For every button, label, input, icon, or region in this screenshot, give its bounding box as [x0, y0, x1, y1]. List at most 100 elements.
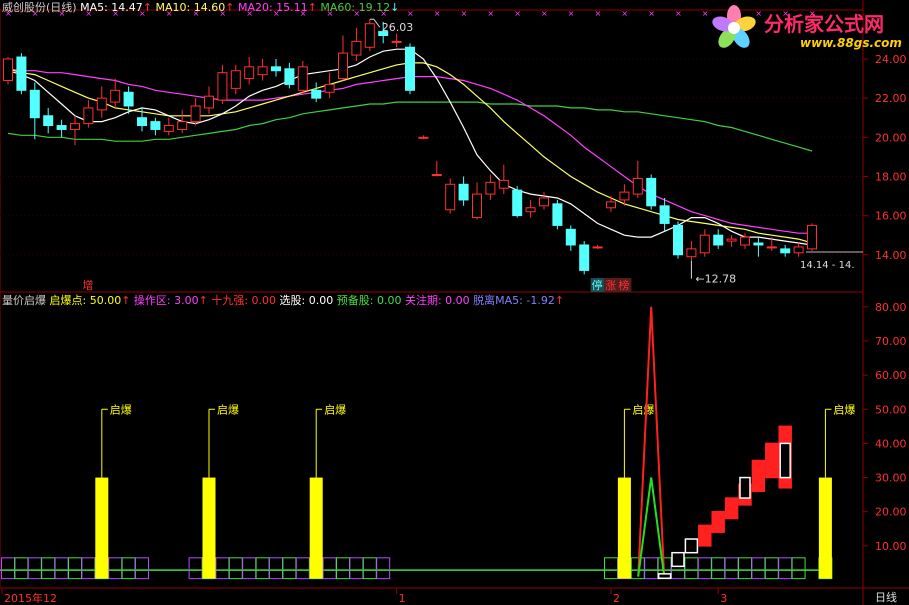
- ma5-value: MA5: 14.47: [80, 1, 143, 14]
- candle-body: [271, 66, 281, 72]
- candle-body: [592, 246, 603, 249]
- footer-box: [362, 557, 377, 580]
- qibao-label: 启爆: [833, 402, 855, 416]
- xg-value: 选股: 0.00: [279, 294, 334, 307]
- footer-box: [644, 557, 659, 580]
- top-marker: ×: [434, 9, 441, 18]
- top-marker: ×: [648, 9, 655, 18]
- signal-marker: 停: [592, 278, 603, 292]
- candle: [565, 225, 576, 251]
- candle: [525, 199, 536, 218]
- xuangu-inner-box: [779, 442, 791, 479]
- footer-box: [724, 557, 739, 580]
- candle-body: [498, 179, 509, 189]
- candle-body: [431, 173, 442, 176]
- candle-body: [659, 205, 670, 224]
- footer-box: [242, 557, 257, 580]
- main-y-tick-label: 16.00: [875, 210, 907, 223]
- candle-body: [472, 193, 482, 219]
- candle-body: [96, 97, 107, 111]
- candle-body: [284, 68, 295, 85]
- candle: [217, 64, 228, 105]
- candle: [311, 82, 322, 103]
- signal-marker: 榜: [618, 278, 629, 292]
- candle: [646, 174, 657, 210]
- qibao-label: 启爆: [324, 402, 346, 416]
- candle-body: [43, 115, 54, 127]
- candle-body: [525, 207, 536, 213]
- candle-body: [56, 125, 67, 130]
- candle-body: [217, 72, 228, 101]
- candle-body: [338, 52, 348, 80]
- candle-body: [190, 105, 201, 123]
- ind-y-tick-label: 20.00: [875, 506, 907, 519]
- candle: [177, 109, 188, 134]
- candle-body: [123, 91, 134, 107]
- candle-body: [177, 121, 188, 130]
- main-y-tick-label: 14.00: [875, 249, 907, 262]
- top-marker: ×: [407, 9, 414, 18]
- xuangu-box: [671, 551, 685, 568]
- footer-box: [255, 557, 270, 580]
- candle-body: [619, 191, 630, 201]
- top-marker: ×: [621, 9, 628, 18]
- indicator-title: 量价启爆: [2, 294, 46, 307]
- candle: [338, 35, 348, 81]
- footer-box: [215, 557, 230, 580]
- main-y-tick-label: 18.00: [875, 170, 907, 183]
- candle-body: [713, 234, 724, 246]
- xuangu-box: [698, 524, 712, 547]
- qibao-label: 启爆: [632, 402, 654, 416]
- qibao-bar: [202, 477, 216, 579]
- footer-box: [54, 557, 69, 580]
- ma10-value: MA10: 14.60: [155, 1, 226, 14]
- main-y-tick-label: 24.00: [875, 53, 907, 66]
- x-tick-label: 2015年12: [4, 591, 57, 605]
- candle: [485, 174, 496, 200]
- footer-box: [711, 557, 726, 580]
- footer-box: [282, 557, 297, 580]
- candle: [43, 107, 54, 134]
- candle: [110, 78, 121, 108]
- footer-box: [349, 557, 364, 580]
- top-marker: ×: [568, 9, 575, 18]
- candle: [391, 33, 402, 48]
- candle-body: [632, 177, 643, 195]
- candle: [606, 196, 616, 212]
- logo-name: 分析家公式网: [764, 12, 884, 36]
- ind-y-tick-label: 60.00: [875, 369, 907, 382]
- candle-body: [766, 246, 777, 249]
- candle-body: [137, 117, 147, 127]
- stock-title: 威创股份(日线): [2, 1, 77, 14]
- candle: [418, 135, 429, 140]
- candle-body: [539, 197, 549, 207]
- candle: [244, 57, 255, 85]
- candle: [793, 243, 804, 257]
- tl-value: 脱离MA5: -1.92: [473, 294, 555, 307]
- candle: [807, 223, 817, 251]
- footer-box: [81, 557, 96, 580]
- footer-box: [791, 557, 806, 580]
- xuangu-box: [724, 497, 739, 520]
- candle: [753, 237, 764, 257]
- candle-body: [807, 224, 817, 250]
- candle-body: [458, 183, 469, 201]
- candle-body: [351, 40, 362, 56]
- ma60-value: MA60: 19.12: [320, 1, 391, 14]
- candle-body: [753, 242, 764, 246]
- candle-body: [405, 46, 415, 91]
- candle-body: [364, 23, 375, 48]
- candle-body: [552, 203, 563, 226]
- candle: [3, 57, 13, 85]
- top-marker: ×: [461, 9, 468, 18]
- candle-body: [204, 95, 214, 109]
- candle-body: [418, 136, 429, 139]
- low-annotation: ←12.78: [695, 273, 736, 286]
- logo-url: www.88gs.com: [800, 36, 902, 50]
- candle-body: [70, 123, 80, 130]
- qibao-bar: [95, 477, 109, 579]
- signal-marker: 涨: [605, 279, 616, 292]
- footer-box: [228, 557, 243, 580]
- candle-body: [29, 89, 40, 119]
- candle-body: [3, 58, 13, 82]
